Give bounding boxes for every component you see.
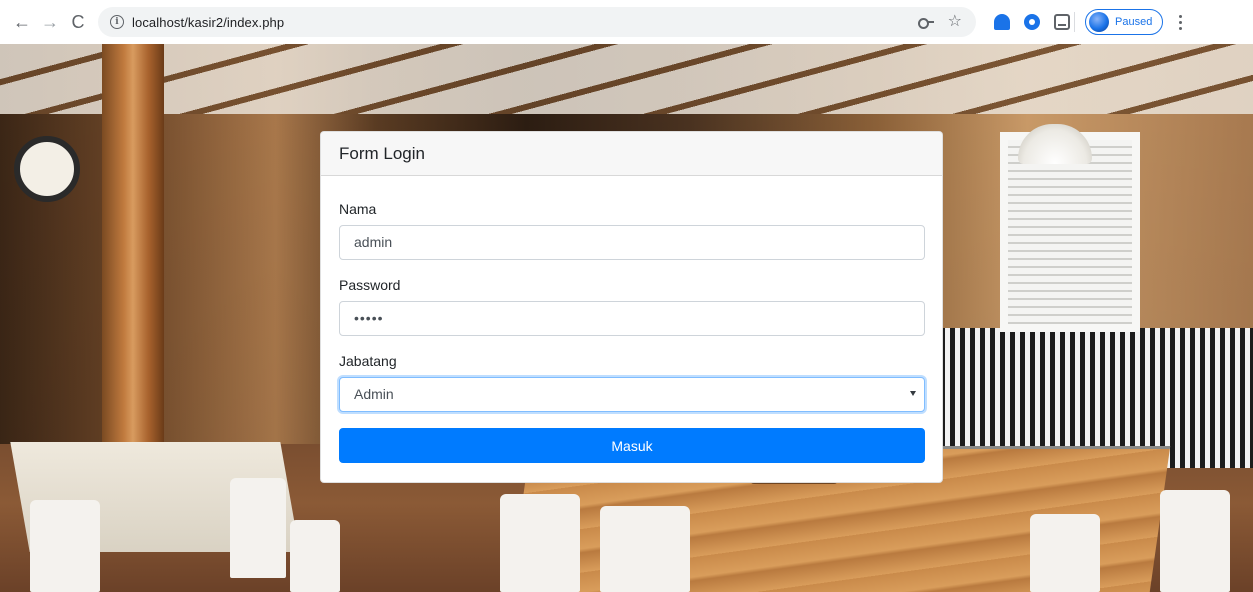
jabatan-selected-value: Admin [354,386,394,402]
password-input[interactable]: ••••• [339,301,925,336]
background-ceiling [0,44,1253,114]
background-chair [1030,514,1100,592]
avatar [1089,12,1109,32]
background-chair [290,520,340,592]
background-chair [1160,490,1230,592]
address-url[interactable]: localhost/kasir2/index.php [132,15,284,30]
card-body: Nama admin Password ••••• Jabatang Admin… [321,176,942,463]
profile-button[interactable]: Paused [1085,9,1164,35]
forward-arrow-icon[interactable]: → [36,8,64,36]
extensions [994,14,1070,30]
page-title: Form Login [339,143,425,163]
nama-input[interactable]: admin [339,225,925,260]
background-chair [600,506,690,592]
background-chair [230,478,286,578]
extension-icon[interactable] [1024,14,1040,30]
extension-icon[interactable] [994,14,1010,30]
jabatan-select[interactable]: Admin [339,377,925,412]
background-chair [500,494,580,592]
masuk-button[interactable]: Masuk [339,428,925,463]
star-icon[interactable]: ☆ [948,14,962,30]
extension-icon[interactable] [1054,14,1070,30]
background-clock [14,136,80,202]
jabatan-group: Jabatang Admin [339,350,925,412]
browser-toolbar: ← → C i localhost/kasir2/index.php ☆ Pau… [0,0,1253,44]
login-card: Form Login Nama admin Password ••••• Jab… [320,131,943,483]
back-arrow-icon[interactable]: ← [8,8,36,36]
profile-status: Paused [1115,16,1153,28]
password-label: Password [339,277,401,293]
page-viewport: Form Login Nama admin Password ••••• Jab… [0,44,1253,592]
key-icon[interactable] [917,17,934,29]
info-icon[interactable]: i [110,15,124,29]
omnibox-tools: ☆ [917,14,976,30]
address-bar[interactable]: i localhost/kasir2/index.php ☆ [98,7,976,37]
toolbar-divider [1074,12,1075,32]
background-lamp [1018,124,1092,164]
background-chair [30,500,100,592]
background-pillar [102,44,164,474]
nama-label: Nama [339,201,377,217]
chevron-down-icon [910,391,916,396]
reload-icon[interactable]: C [64,8,92,36]
kebab-menu-icon[interactable] [1173,14,1187,30]
jabatan-label: Jabatang [339,353,397,369]
nama-group: Nama admin [339,198,925,260]
card-header: Form Login [321,132,942,176]
password-group: Password ••••• [339,274,925,336]
